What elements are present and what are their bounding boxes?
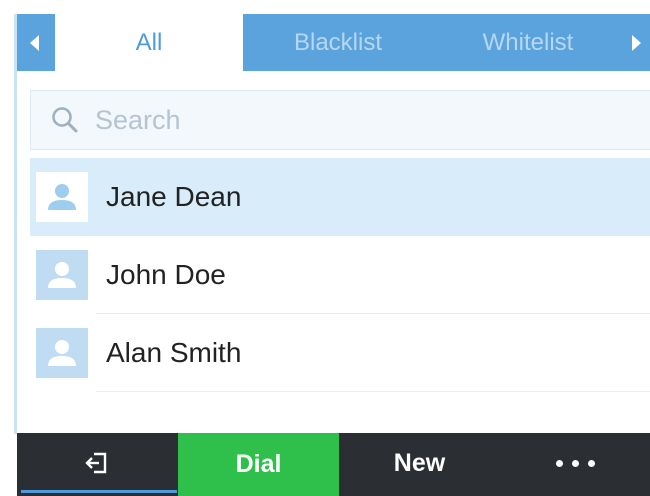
dial-label: Dial — [235, 450, 282, 478]
active-indicator — [21, 490, 177, 493]
new-label: New — [393, 448, 446, 477]
tab-all[interactable]: All — [55, 14, 243, 71]
left-border — [14, 14, 17, 434]
tab-whitelist-label: Whitelist — [482, 28, 574, 56]
search-bar[interactable] — [30, 90, 650, 150]
avatar — [36, 328, 88, 378]
new-button[interactable]: New — [339, 433, 500, 493]
more-button[interactable] — [500, 433, 650, 493]
back-button[interactable] — [17, 433, 177, 493]
contacts-screen: All Blacklist Whitelist Jane Dean — [0, 0, 650, 496]
more-dots-icon — [555, 459, 595, 467]
contact-row[interactable]: John Doe — [30, 236, 650, 314]
person-icon — [48, 340, 76, 366]
search-icon — [51, 106, 79, 134]
arrow-left-icon — [29, 34, 39, 51]
contact-name: Alan Smith — [106, 337, 242, 368]
tab-scroll-left-button[interactable] — [17, 14, 51, 71]
exit-icon — [85, 452, 107, 474]
avatar — [36, 250, 88, 300]
person-icon — [48, 262, 76, 288]
tab-scroll-right-button[interactable] — [622, 14, 650, 71]
dial-button[interactable]: Dial — [178, 433, 339, 496]
tab-all-label: All — [135, 28, 163, 56]
contact-row[interactable]: Alan Smith — [30, 314, 650, 392]
softkey-bar: Dial New — [17, 433, 650, 496]
contact-row[interactable]: Jane Dean — [30, 158, 650, 236]
arrow-right-icon — [631, 34, 641, 51]
tab-blacklist-label: Blacklist — [293, 28, 383, 56]
person-icon — [48, 184, 76, 210]
search-input[interactable] — [93, 103, 617, 137]
tab-bar: All Blacklist Whitelist — [17, 14, 650, 71]
tab-blacklist[interactable]: Blacklist — [243, 14, 433, 71]
avatar — [36, 172, 88, 222]
contact-name: John Doe — [106, 259, 226, 290]
tab-whitelist[interactable]: Whitelist — [433, 14, 623, 71]
row-divider — [96, 391, 650, 392]
contact-name: Jane Dean — [106, 181, 242, 212]
